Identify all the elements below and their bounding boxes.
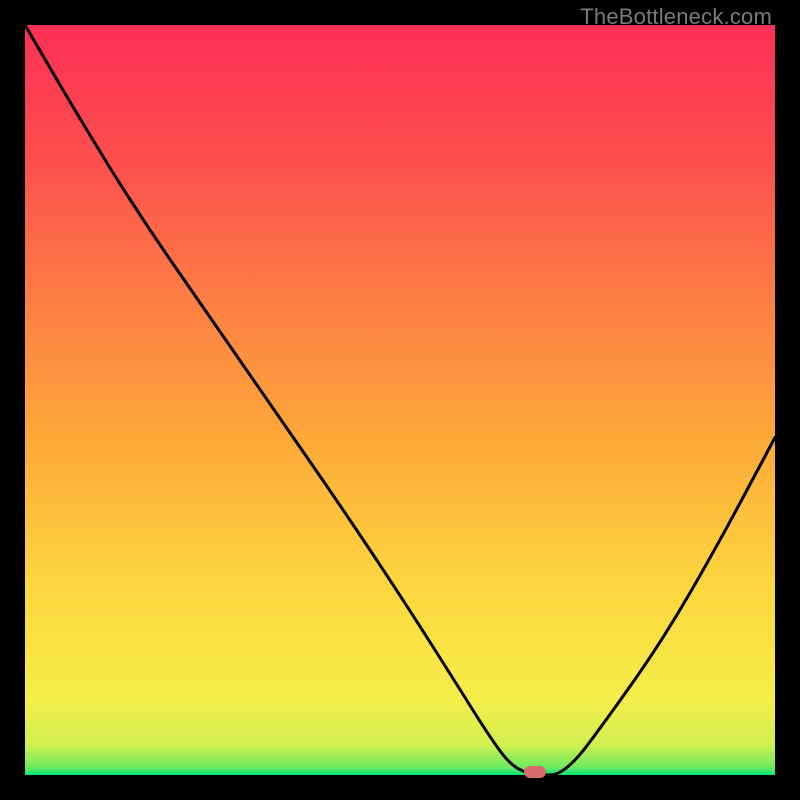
bottleneck-curve [25,25,775,775]
chart-container: TheBottleneck.com [0,0,800,800]
optimal-marker [524,766,546,778]
curve-svg [25,25,775,775]
plot-area [25,25,775,775]
